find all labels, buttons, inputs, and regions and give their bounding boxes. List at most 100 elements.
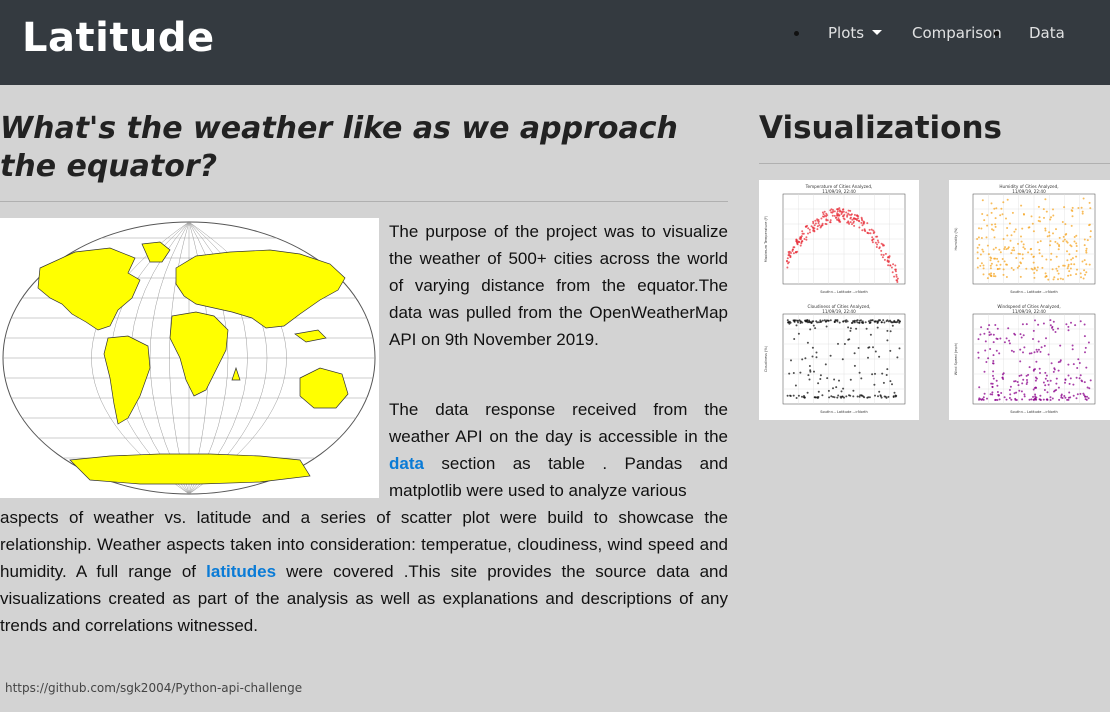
plot-point: [990, 211, 993, 214]
plot-point: [988, 331, 991, 334]
plot-point: [860, 394, 863, 397]
plot-xlabel: South<-- Latitude -->North: [820, 290, 868, 294]
plot-point: [1043, 216, 1045, 219]
plot-point: [1019, 261, 1022, 264]
plot-point: [1037, 205, 1040, 208]
plot-point: [977, 236, 980, 239]
plot-point: [811, 355, 814, 358]
plot-point: [1032, 255, 1035, 258]
nav-comparison[interactable]: Comparison: [912, 24, 1002, 42]
plot-point: [1010, 234, 1013, 237]
plot-point: [795, 397, 798, 399]
plot-point: [1010, 267, 1013, 269]
plot-point: [876, 243, 879, 246]
temperature-cloudiness-plots-thumbnail[interactable]: Temperature of Cities Analyzed, 11/09/19,…: [759, 180, 919, 420]
plot-point: [829, 319, 832, 322]
plot-point: [1074, 324, 1077, 327]
plot-point: [1062, 240, 1065, 243]
plot-point: [1059, 359, 1062, 362]
plot-point: [852, 389, 855, 392]
plot-point: [985, 361, 988, 363]
plot-point: [1008, 222, 1011, 225]
plot-point: [1003, 248, 1006, 250]
humidity-windspeed-plots-thumbnail[interactable]: Humidity of Cities Analyzed, 11/09/19, 22…: [949, 180, 1110, 420]
plot-point: [1047, 353, 1050, 356]
plot-point: [853, 364, 856, 367]
plot-point: [1053, 276, 1056, 279]
plot-point: [1045, 258, 1048, 261]
plot-point: [819, 226, 822, 229]
plot-point: [786, 394, 789, 397]
plot-point: [1069, 244, 1072, 247]
plot-ylabel: Wind Speed (mph): [954, 342, 958, 375]
plot-point: [1009, 385, 1012, 388]
plot-point: [992, 360, 995, 362]
plot-point: [1067, 263, 1070, 266]
plot-point: [982, 396, 985, 399]
plot-point: [1069, 377, 1072, 380]
plot-point: [991, 391, 994, 394]
plot-point: [1001, 376, 1004, 379]
plot-point: [992, 370, 995, 373]
plot-point: [838, 321, 841, 324]
plot-point: [1034, 395, 1037, 398]
plot-point: [1044, 377, 1047, 380]
plot-point: [1052, 208, 1054, 211]
plot-point: [1054, 240, 1057, 243]
nav-data[interactable]: Data: [1029, 24, 1065, 42]
plot-point: [1011, 249, 1014, 252]
plot-point: [992, 354, 995, 357]
plot-point: [1020, 336, 1023, 339]
plot-point: [875, 246, 878, 248]
plot-point: [1087, 397, 1090, 400]
plot-point: [1021, 253, 1024, 256]
plot-point: [994, 225, 997, 228]
plot-point: [813, 224, 816, 227]
plot-point: [811, 320, 814, 323]
plot-date: 11/09/19, 22:40: [1012, 309, 1046, 314]
latitudes-link[interactable]: latitudes: [206, 562, 276, 581]
plot-point: [1002, 201, 1005, 204]
plot-point: [986, 214, 989, 217]
plot-point: [983, 370, 986, 373]
plot-point: [807, 374, 810, 377]
plot-point: [1076, 268, 1078, 271]
visualizations-title: Visualizations: [759, 110, 1002, 146]
plot-point: [844, 319, 847, 322]
plot-point: [835, 386, 838, 389]
plot-point: [864, 321, 867, 324]
plot-point: [997, 394, 1000, 397]
plot-point: [847, 212, 850, 215]
plot-point: [1067, 265, 1070, 268]
plot-point: [882, 254, 885, 256]
brand-logo[interactable]: Latitude: [22, 15, 215, 61]
plot-point: [853, 352, 856, 355]
plot-point: [790, 252, 792, 254]
data-link[interactable]: data: [389, 454, 424, 473]
plot-point: [1072, 394, 1075, 397]
plot-point: [895, 394, 898, 397]
plot-point: [992, 377, 995, 380]
plot-point: [976, 238, 979, 240]
plot-point: [808, 319, 811, 322]
divider: [0, 201, 728, 202]
plot-point: [1035, 348, 1038, 351]
plot-point: [1019, 333, 1022, 336]
plot-point: [1025, 267, 1028, 270]
plot-point: [980, 237, 983, 239]
plot-point: [1039, 240, 1042, 243]
nav-plots-dropdown[interactable]: Plots: [828, 24, 883, 42]
plot-point: [994, 246, 997, 249]
plot-point: [976, 246, 979, 249]
plot-point: [858, 321, 861, 324]
plot-point: [1032, 261, 1035, 264]
plot-point: [801, 395, 803, 398]
plot-point: [1084, 273, 1087, 276]
plot-point: [1041, 255, 1044, 258]
plot-point: [1083, 269, 1086, 272]
plot-point: [848, 222, 851, 225]
plot-point: [881, 243, 884, 246]
plot-point: [884, 252, 887, 255]
plot-point: [1054, 331, 1057, 333]
plot-point: [1032, 398, 1035, 401]
